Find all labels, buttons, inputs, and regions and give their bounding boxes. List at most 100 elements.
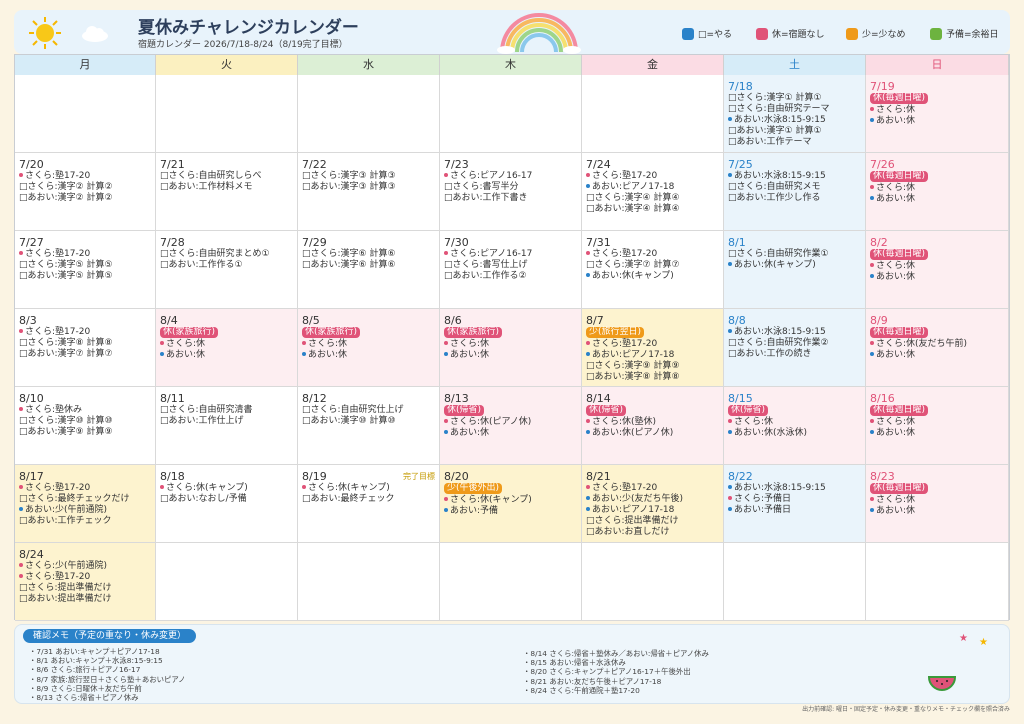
checkbox-icon[interactable]: □ [160,260,169,270]
checkbox-icon[interactable]: □ [19,349,28,359]
schedule-line[interactable]: □あおい:最終チェック [302,494,435,505]
schedule-line[interactable]: □さくら:書写半分 [444,182,577,193]
schedule-line[interactable]: □さくら:自由研究まとめ① [160,249,293,260]
schedule-text: あおい:工作の続き [736,349,812,359]
checkbox-icon[interactable]: □ [302,182,311,192]
schedule-line[interactable]: □あおい:漢字⑥ 計算⑥ [302,260,435,271]
schedule-line[interactable]: □あおい:なおし/予備 [160,494,293,505]
schedule-line[interactable]: □あおい:漢字⑩ 計算⑩ [302,416,435,427]
checkbox-icon[interactable]: □ [302,249,311,259]
empty-cell [440,543,582,621]
schedule-line[interactable]: □あおい:工作少し作る [728,193,861,204]
checkbox-icon[interactable]: □ [728,338,737,348]
schedule-line[interactable]: □さくら:最終チェックだけ [19,494,151,505]
checkbox-icon[interactable]: □ [19,182,28,192]
checkbox-icon[interactable]: □ [160,182,169,192]
checkbox-icon[interactable]: □ [586,527,595,537]
schedule-line[interactable]: □さくら:自由研究清書 [160,405,293,416]
checkbox-icon[interactable]: □ [19,338,28,348]
schedule-line[interactable]: □さくら:漢字⑦ 計算⑦ [586,260,719,271]
checkbox-icon[interactable]: □ [19,583,28,593]
schedule-line[interactable]: □さくら:漢字⑩ 計算⑩ [19,416,151,427]
checkbox-icon[interactable]: □ [19,494,28,504]
checkbox-icon[interactable]: □ [444,182,453,192]
schedule-line[interactable]: □あおい:漢字⑨ 計算⑨ [19,427,151,438]
checkbox-icon[interactable]: □ [728,104,737,114]
checkbox-icon[interactable]: □ [728,249,737,259]
checkbox-icon[interactable]: □ [586,204,595,214]
checkbox-icon[interactable]: □ [586,260,595,270]
checkbox-icon[interactable]: □ [19,516,28,526]
checkbox-icon[interactable]: □ [160,416,169,426]
schedule-line[interactable]: □さくら:漢字④ 計算④ [586,193,719,204]
schedule-line[interactable]: □あおい:漢字① 計算① [728,126,861,137]
checkbox-icon[interactable]: □ [19,416,28,426]
schedule-line[interactable]: □さくら:自由研究作業① [728,249,861,260]
schedule-line[interactable]: □あおい:漢字④ 計算④ [586,204,719,215]
checkbox-icon[interactable]: □ [586,193,595,203]
schedule-line[interactable]: □あおい:工作下書き [444,193,577,204]
schedule-line[interactable]: □あおい:工作作る① [160,260,293,271]
schedule-line[interactable]: □あおい:漢字⑦ 計算⑦ [19,349,151,360]
checkbox-icon[interactable]: □ [302,171,311,181]
checkbox-icon[interactable]: □ [302,405,311,415]
checkbox-icon[interactable]: □ [586,516,595,526]
checkbox-icon[interactable]: □ [586,361,595,371]
schedule-line[interactable]: □あおい:提出準備だけ [19,594,151,605]
checkbox-icon[interactable]: □ [302,416,311,426]
checkbox-icon[interactable]: □ [19,427,28,437]
checkbox-icon[interactable]: □ [728,93,737,103]
checkbox-icon[interactable]: □ [302,494,311,504]
schedule-line[interactable]: □さくら:漢字⑤ 計算⑤ [19,260,151,271]
checkbox-icon[interactable]: □ [728,349,737,359]
checkbox-icon[interactable]: □ [728,126,737,136]
checkbox-icon[interactable]: □ [160,171,169,181]
schedule-line[interactable]: □さくら:自由研究しらべ [160,171,293,182]
schedule-line[interactable]: □さくら:漢字② 計算② [19,182,151,193]
day-cell: 7/29 □さくら:漢字⑥ 計算⑥ □あおい:漢字⑥ 計算⑥ [298,231,440,309]
schedule-line[interactable]: □あおい:工作作る② [444,271,577,282]
schedule-line[interactable]: □あおい:工作仕上げ [160,416,293,427]
checkbox-icon[interactable]: □ [444,271,453,281]
checkbox-icon[interactable]: □ [302,260,311,270]
checkbox-icon[interactable]: □ [160,494,169,504]
schedule-text: さくら:漢字⑤ 計算⑤ [27,260,113,270]
schedule-line[interactable]: □さくら:自由研究仕上げ [302,405,435,416]
schedule-line[interactable]: □さくら:漢字⑧ 計算⑧ [19,338,151,349]
checkbox-icon[interactable]: □ [728,137,737,147]
schedule-line[interactable]: □あおい:漢字③ 計算③ [302,182,435,193]
checkbox-icon[interactable]: □ [19,271,28,281]
schedule-line[interactable]: □さくら:自由研究作業② [728,338,861,349]
schedule-line[interactable]: □さくら:提出準備だけ [19,583,151,594]
schedule-line[interactable]: □さくら:自由研究メモ [728,182,861,193]
checkbox-icon[interactable]: □ [728,182,737,192]
schedule-line[interactable]: □さくら:書写仕上げ [444,260,577,271]
checkbox-icon[interactable]: □ [444,260,453,270]
schedule-line[interactable]: □あおい:漢字② 計算② [19,193,151,204]
bullet-icon [586,419,590,423]
checkbox-icon[interactable]: □ [728,193,737,203]
checkbox-icon[interactable]: □ [444,193,453,203]
schedule-line[interactable]: □さくら:自由研究テーマ [728,104,861,115]
schedule-line[interactable]: □あおい:お直しだけ [586,527,719,538]
schedule-line[interactable]: □あおい:工作テーマ [728,137,861,148]
schedule-line[interactable]: □あおい:工作材料メモ [160,182,293,193]
schedule-line[interactable]: □さくら:漢字⑨ 計算⑨ [586,361,719,372]
checkbox-icon[interactable]: □ [160,405,169,415]
schedule-line[interactable]: □さくら:提出準備だけ [586,516,719,527]
schedule-line[interactable]: □あおい:漢字⑧ 計算⑧ [586,372,719,383]
schedule-line[interactable]: □さくら:漢字① 計算① [728,93,861,104]
schedule-line[interactable]: □さくら:漢字⑥ 計算⑥ [302,249,435,260]
schedule-line: あおい:休 [160,350,293,361]
schedule-line: さくら:ピアノ16-17 [444,171,577,182]
schedule-line[interactable]: □あおい:工作チェック [19,516,151,527]
schedule-text: さくら:漢字⑦ 計算⑦ [594,260,680,270]
schedule-line[interactable]: □さくら:漢字③ 計算③ [302,171,435,182]
checkbox-icon[interactable]: □ [19,260,28,270]
checkbox-icon[interactable]: □ [19,594,28,604]
schedule-line[interactable]: □あおい:工作の続き [728,349,861,360]
checkbox-icon[interactable]: □ [160,249,169,259]
checkbox-icon[interactable]: □ [19,193,28,203]
checkbox-icon[interactable]: □ [586,372,595,382]
schedule-line[interactable]: □あおい:漢字⑤ 計算⑤ [19,271,151,282]
